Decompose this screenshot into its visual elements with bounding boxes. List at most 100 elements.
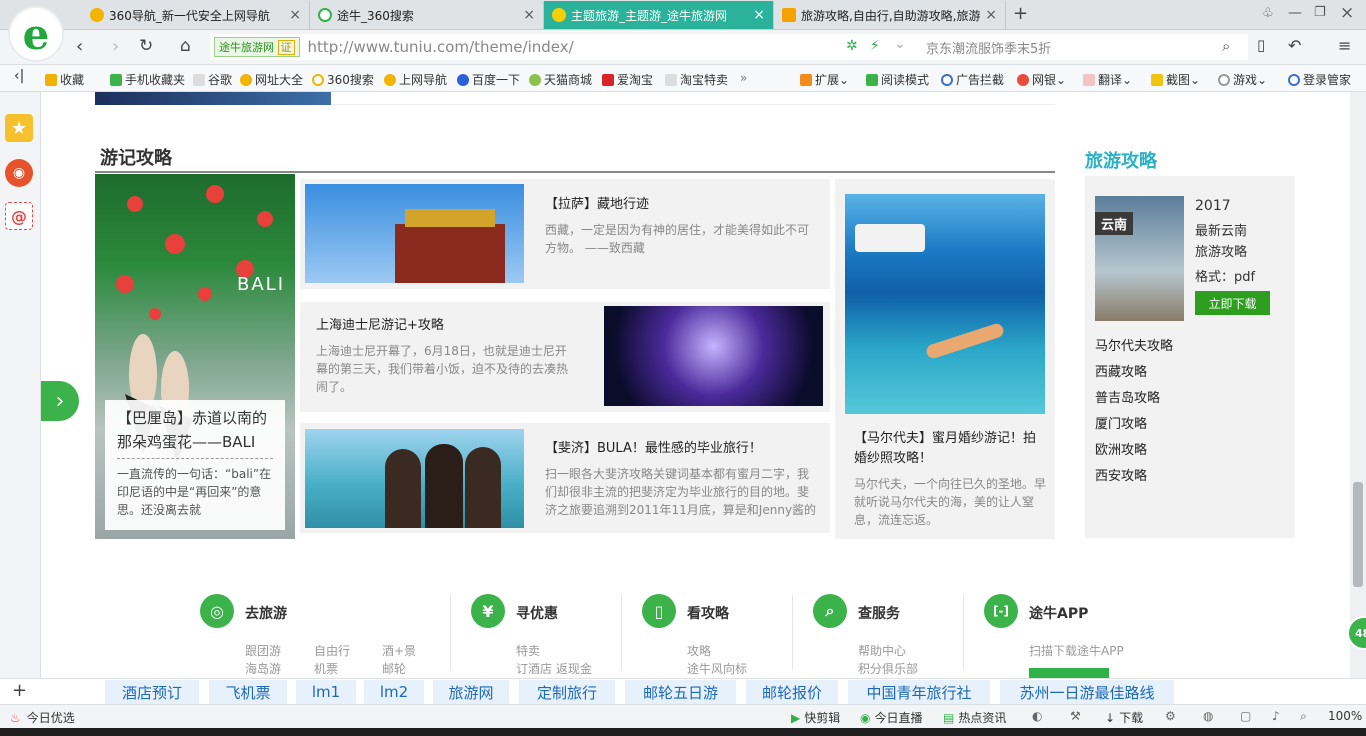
settings-icon[interactable]: ⚙ [1165, 709, 1176, 723]
bookmark-sites[interactable]: 网址大全 [240, 71, 303, 88]
speed-icon[interactable]: ⚡ [870, 38, 880, 54]
refresh-icon[interactable]: ↻ [139, 36, 153, 56]
article-card-fiji[interactable]: 【斐济】BULA！最性感的毕业旅行！ 扫一眼各大斐济攻略关键词基本都有蜜月二字，… [300, 423, 830, 533]
footer-heading[interactable]: 途牛APP [1029, 603, 1088, 623]
minimize-button[interactable]: — [1288, 5, 1302, 21]
favorites-star-icon[interactable]: ★ [5, 114, 33, 142]
article-title[interactable]: 【马尔代夫】蜜月婚纱游记！拍婚纱照攻略！ [854, 429, 1046, 469]
close-icon[interactable]: × [289, 7, 301, 23]
tool-bank[interactable]: 网银 ⌄ [1017, 71, 1066, 88]
forward-icon[interactable]: › [112, 36, 119, 57]
tab-360-search[interactable]: 途牛_360搜索 × [310, 1, 544, 29]
zoom-icon[interactable]: ⌕ [1300, 709, 1307, 724]
footer-link[interactable]: 积分俱乐部 [858, 660, 918, 677]
status-quick-clip[interactable]: ▶ 快剪辑 [791, 709, 840, 726]
tab-360-nav[interactable]: 360导航_新一代安全上网导航 × [82, 1, 310, 29]
tool-extensions[interactable]: 扩展 ⌄ [800, 71, 849, 88]
promo-link[interactable]: 旅游网 [433, 680, 509, 704]
article-card-lhasa[interactable]: 【拉萨】藏地行迹 西藏，一定是因为有神的居住，才能美得如此不可方物。 ——致西藏 [300, 179, 830, 289]
bookmark-mobile[interactable]: 手机收藏夹 [110, 71, 185, 88]
status-news[interactable]: ▤ 热点资讯 [943, 709, 1006, 726]
tool-adblock[interactable]: 广告拦截 [941, 71, 1004, 88]
footer-link[interactable]: 跟团游 [245, 642, 281, 659]
browser-icon[interactable]: ◍ [1203, 709, 1213, 723]
article-title[interactable]: 【斐济】BULA！最性感的毕业旅行！ [545, 439, 762, 459]
footer-link[interactable]: 特卖 [516, 642, 540, 659]
restore-button[interactable]: ❐ [1314, 5, 1326, 20]
weibo-icon[interactable]: ◉ [5, 159, 33, 187]
new-tab-button[interactable]: + [1013, 3, 1028, 24]
add-icon[interactable]: + [12, 680, 27, 701]
close-icon[interactable]: × [523, 7, 535, 23]
close-icon[interactable]: × [985, 7, 997, 23]
tools-icon[interactable]: ⚒ [1070, 709, 1081, 723]
banner-image-bottom[interactable] [95, 92, 331, 105]
promo-link[interactable]: 飞机票 [209, 680, 287, 704]
promo-link[interactable]: 酒店预订 [105, 680, 199, 704]
mute-icon[interactable]: ♪ [1272, 709, 1280, 723]
bookmark-google[interactable]: 谷歌 [193, 71, 232, 88]
tool-translate[interactable]: 翻译 ⌄ [1083, 71, 1132, 88]
search-icon[interactable]: ⌕ [1222, 37, 1230, 55]
undo-icon[interactable]: ↶ [1288, 36, 1301, 55]
guide-link[interactable]: 西藏攻略 [1095, 360, 1173, 386]
footer-link[interactable]: 机票 [314, 660, 338, 677]
guide-link[interactable]: 普吉岛攻略 [1095, 386, 1173, 412]
promo-link[interactable]: 邮轮五日游 [625, 680, 736, 704]
footer-link[interactable]: 订酒店 返现金 [516, 660, 592, 677]
bookmark-aitaobao[interactable]: 爱淘宝 [602, 71, 653, 88]
bookmark-360search[interactable]: 360搜索 [312, 71, 374, 88]
footer-heading[interactable]: 寻优惠 [516, 603, 558, 623]
search-input[interactable]: 京东潮流服饰季末5折 [926, 38, 1051, 57]
tool-login[interactable]: 登录管家 [1288, 71, 1351, 88]
status-downloads[interactable]: ↓ 下载 [1105, 709, 1143, 726]
footer-link[interactable]: 海岛游 [245, 660, 281, 677]
tool-games[interactable]: 游戏 ⌄ [1218, 71, 1267, 88]
status-live[interactable]: ◉ 今日直播 [860, 709, 923, 726]
url-text[interactable]: http://www.tuniu.com/theme/index/ [308, 38, 574, 56]
window-icon[interactable]: ▢ [1240, 709, 1251, 723]
back-icon[interactable]: ‹ [76, 36, 83, 57]
browser-logo-icon[interactable]: e [8, 6, 64, 62]
guide-link[interactable]: 厦门攻略 [1095, 412, 1173, 438]
status-daily-picks[interactable]: ♨ 今日优选 [10, 709, 75, 726]
scrollbar-thumb[interactable] [1353, 482, 1363, 587]
address-bar[interactable]: 途牛旅游网 证 http://www.tuniu.com/theme/index… [210, 34, 910, 60]
close-window-button[interactable]: × [1340, 3, 1354, 23]
promo-link[interactable]: 苏州一日游最佳路线 [1000, 680, 1174, 704]
scrollbar[interactable] [1350, 92, 1366, 678]
sidebar-toggle-icon[interactable]: ‹| [14, 68, 24, 84]
bookmark-taobao-sale[interactable]: 淘宝特卖 [665, 71, 728, 88]
footer-link[interactable]: 扫描下载途牛APP [1029, 642, 1124, 659]
article-title[interactable]: 【拉萨】藏地行迹 [545, 195, 649, 215]
bookmark-baidu[interactable]: 百度一下 [457, 71, 520, 88]
guide-link[interactable]: 马尔代夫攻略 [1095, 334, 1173, 360]
close-icon[interactable]: × [753, 7, 765, 23]
chevron-down-icon[interactable]: ⌄ [894, 36, 906, 52]
footer-link[interactable]: 攻略 [687, 642, 711, 659]
bookmark-tmall[interactable]: 天猫商城 [529, 71, 592, 88]
article-card-maldives[interactable]: 【马尔代夫】蜜月婚纱游记！拍婚纱照攻略！ 马尔代夫，一个向往已久的圣地。早就听说… [835, 179, 1055, 539]
tab-tuniu-theme[interactable]: 主题旅游_主题游_途牛旅游网 × [544, 1, 774, 29]
guide-link[interactable]: 西安攻略 [1095, 464, 1173, 490]
tool-screenshot[interactable]: 截图 ⌄ [1151, 71, 1200, 88]
more-bookmarks[interactable]: » [740, 71, 747, 85]
phone-icon[interactable]: ▯ [1257, 36, 1265, 54]
guide-link[interactable]: 欧洲攻略 [1095, 438, 1173, 464]
footer-link[interactable]: 酒+景 [382, 642, 416, 659]
skin-icon[interactable]: ♧ [1262, 6, 1274, 21]
download-button[interactable]: 立即下载 [1195, 291, 1270, 315]
footer-link[interactable]: 自由行 [314, 642, 350, 659]
speed-test-icon[interactable]: ◐ [1032, 709, 1042, 723]
footer-heading[interactable]: 看攻略 [687, 603, 729, 623]
promo-link[interactable]: lm2 [364, 680, 424, 704]
menu-icon[interactable]: ≡ [1338, 36, 1351, 55]
promo-link[interactable]: lm1 [296, 680, 356, 704]
promo-link[interactable]: 定制旅行 [519, 680, 615, 704]
article-card-disney[interactable]: 上海迪士尼游记+攻略 上海迪士尼开幕了，6月18日，也就是迪士尼开幕的第三天，我… [300, 302, 830, 412]
search-box[interactable]: 京东潮流服饰季末5折 ⌕ [910, 34, 1248, 60]
mail-icon[interactable]: @ [5, 202, 33, 230]
promo-link[interactable]: 中国青年旅行社 [848, 680, 990, 704]
feature-card[interactable]: BALI 【巴厘岛】赤道以南的那朵鸡蛋花——BALI 一直流传的一句话：“bal… [95, 174, 295, 539]
tab-travel-guide[interactable]: 旅游攻略,自由行,自助游攻略,旅游 × [774, 1, 1006, 29]
